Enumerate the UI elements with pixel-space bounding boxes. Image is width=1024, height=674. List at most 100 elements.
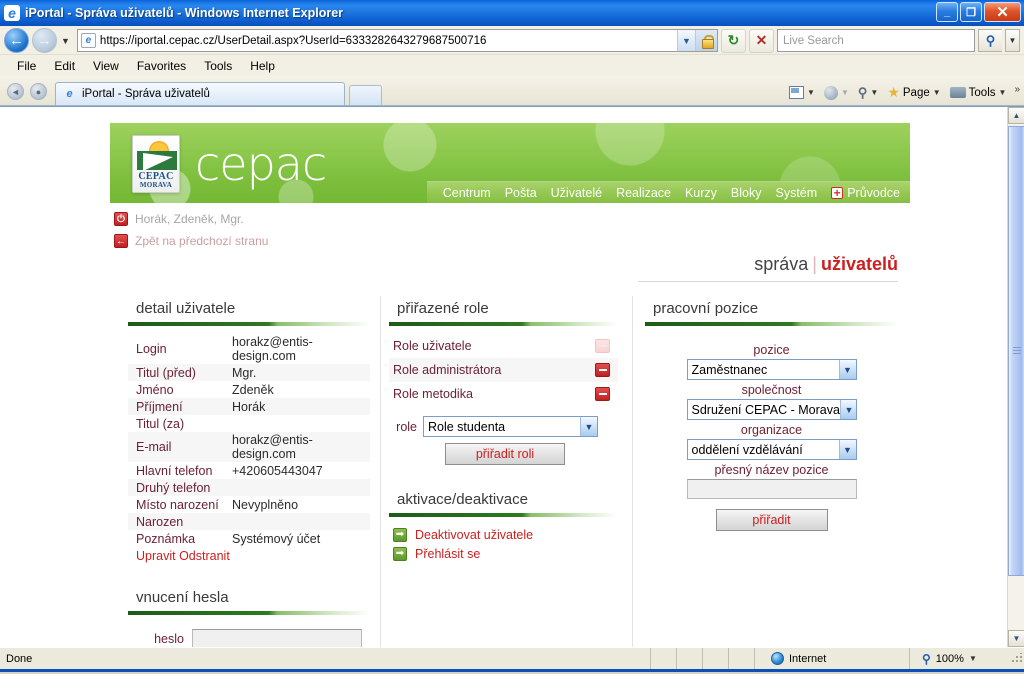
remove-role-icon[interactable] xyxy=(595,387,610,401)
organization-select[interactable]: oddělení vzdělávání ▼ xyxy=(686,439,857,460)
menu-item-help[interactable]: Help xyxy=(241,59,284,73)
security-zone[interactable]: Internet xyxy=(755,648,910,669)
role-row: Role administrátora xyxy=(389,358,618,382)
browser-tab[interactable]: e iPortal - Správa uživatelů xyxy=(55,82,345,105)
chevron-down-icon[interactable]: ▼ xyxy=(677,30,695,51)
forward-button[interactable]: → xyxy=(32,28,57,53)
assign-position-button[interactable]: přiřadit xyxy=(715,509,828,531)
logo-field-shape xyxy=(137,151,177,170)
back-arrow-icon[interactable]: ← xyxy=(114,234,128,248)
delete-link[interactable]: Odstranit xyxy=(179,549,230,563)
nav-item-pruvodce[interactable]: + Průvodce xyxy=(831,186,900,200)
maximize-button[interactable]: ❐ xyxy=(960,2,982,22)
chevron-down-icon[interactable]: ▼ xyxy=(580,417,597,436)
menu-item-favorites[interactable]: Favorites xyxy=(128,59,195,73)
position-select[interactable]: Zaměstnanec ▼ xyxy=(686,359,857,380)
command-bar: ▼ ▼ ⚲ ▼ ★ Page ▼ Tools ▼ » xyxy=(786,84,1020,101)
status-cell xyxy=(729,648,755,669)
power-icon[interactable]: ⏻ xyxy=(114,212,128,226)
row-value xyxy=(232,415,370,432)
new-tab-button[interactable] xyxy=(349,85,382,105)
menu-item-edit[interactable]: Edit xyxy=(45,59,84,73)
chevron-down-icon[interactable]: ▼ xyxy=(838,360,856,379)
page-menu-button[interactable]: ★ Page ▼ xyxy=(884,84,943,101)
remove-role-icon[interactable] xyxy=(595,339,610,353)
chevron-down-icon[interactable]: ▼ xyxy=(999,88,1007,97)
scrollbar-grip-icon xyxy=(1013,347,1021,355)
zoom-control[interactable]: ⚲ 100% ▼ xyxy=(910,648,1024,669)
window-title: iPortal - Správa uživatelů - Windows Int… xyxy=(25,6,344,20)
list-item[interactable]: ➡ Přehlásit se xyxy=(389,544,618,563)
status-cell xyxy=(703,648,729,669)
panel-divider xyxy=(128,611,370,615)
company-select[interactable]: Sdružení CEPAC - Morava ▼ xyxy=(686,399,857,420)
nav-item-realizace[interactable]: Realizace xyxy=(616,186,671,200)
search-go-icon[interactable]: ⚲ xyxy=(978,29,1002,52)
read-mail-button[interactable]: ▼ xyxy=(786,86,818,99)
search-provider-chevron-icon[interactable]: ▼ xyxy=(1005,29,1020,52)
status-bar: Done Internet ⚲ 100% ▼ xyxy=(0,647,1024,669)
chevron-down-icon[interactable]: ▼ xyxy=(841,88,849,97)
nav-item-posta[interactable]: Pošta xyxy=(505,186,537,200)
role-select[interactable]: Role studenta ▼ xyxy=(423,416,598,437)
tools-menu-label: Tools xyxy=(968,86,996,99)
scroll-up-button[interactable]: ▲ xyxy=(1008,107,1024,124)
tab-list-icon[interactable]: ● xyxy=(30,83,47,100)
edit-link[interactable]: Upravit xyxy=(136,549,176,563)
user-detail-table: Login horakz@entis-design.com Titul (pře… xyxy=(128,334,370,547)
close-button[interactable]: ✕ xyxy=(984,2,1021,22)
url-bar[interactable]: e https://iportal.cepac.cz/UserDetail.as… xyxy=(76,29,718,52)
remove-role-icon[interactable] xyxy=(595,363,610,377)
refresh-icon[interactable]: ↻ xyxy=(721,28,746,53)
nav-item-centrum[interactable]: Centrum xyxy=(443,186,491,200)
nav-item-system[interactable]: Systém xyxy=(776,186,818,200)
print-button[interactable]: ▼ xyxy=(821,85,852,100)
page-icon: ★ xyxy=(887,84,900,100)
search-input[interactable]: Live Search xyxy=(777,29,975,52)
password-input[interactable] xyxy=(192,629,362,647)
nav-item-kurzy[interactable]: Kurzy xyxy=(685,186,717,200)
page-search-button[interactable]: ⚲ ▼ xyxy=(855,85,881,101)
relogin-link[interactable]: Přehlásit se xyxy=(415,547,480,561)
minimize-button[interactable]: _ xyxy=(936,2,958,22)
back-button[interactable]: ← xyxy=(4,28,29,53)
history-dropdown-icon[interactable]: ▼ xyxy=(60,36,74,46)
menu-item-file[interactable]: File xyxy=(8,59,45,73)
back-link-label[interactable]: Zpět na předchozí stranu xyxy=(135,234,268,248)
lock-icon[interactable] xyxy=(695,30,717,51)
nav-item-uzivatele[interactable]: Uživatelé xyxy=(551,186,602,200)
url-text: https://iportal.cepac.cz/UserDetail.aspx… xyxy=(99,34,487,47)
quick-tabs-icon[interactable]: ◄ xyxy=(7,83,24,100)
back-link-row[interactable]: ← Zpět na předchozí stranu xyxy=(114,230,910,252)
chevron-down-icon[interactable]: ▼ xyxy=(807,88,815,97)
assign-role-button[interactable]: přiřadit roli xyxy=(445,443,565,465)
site-banner: CEPAC MORAVA cepac Centrum Pošta Uživate… xyxy=(110,123,910,203)
overflow-icon[interactable]: » xyxy=(1014,84,1020,95)
browser-viewport: CEPAC MORAVA cepac Centrum Pošta Uživate… xyxy=(0,106,1024,647)
stop-icon[interactable]: ✕ xyxy=(749,28,774,53)
scrollbar-thumb[interactable] xyxy=(1008,126,1024,576)
chevron-down-icon[interactable]: ▼ xyxy=(839,400,856,419)
chevron-down-icon[interactable]: ▼ xyxy=(838,440,856,459)
menu-item-tools[interactable]: Tools xyxy=(195,59,241,73)
site-root: CEPAC MORAVA cepac Centrum Pošta Uživate… xyxy=(110,123,910,647)
cepac-wordmark: cepac xyxy=(195,137,327,191)
nav-item-bloky[interactable]: Bloky xyxy=(731,186,762,200)
list-item[interactable]: ➡ Deaktivovat uživatele xyxy=(389,525,618,544)
exact-position-input[interactable] xyxy=(686,479,857,499)
chevron-down-icon[interactable]: ▼ xyxy=(969,654,977,663)
menu-item-view[interactable]: View xyxy=(84,59,128,73)
chevron-down-icon[interactable]: ▼ xyxy=(933,88,941,97)
position-form: pozice Zaměstnanec ▼ společnost Sdružení… xyxy=(645,334,898,531)
deactivate-user-link[interactable]: Deaktivovat uživatele xyxy=(415,528,533,542)
exact-position-label: přesný název pozice xyxy=(714,463,829,477)
row-label: Poznámka xyxy=(136,531,196,546)
scroll-down-button[interactable]: ▼ xyxy=(1008,630,1024,647)
status-cell xyxy=(651,648,677,669)
role-label: Role uživatele xyxy=(393,339,472,353)
resize-grip-icon[interactable] xyxy=(1011,653,1022,664)
vertical-scrollbar[interactable]: ▲ ▼ xyxy=(1007,107,1024,647)
tools-menu-button[interactable]: Tools ▼ xyxy=(947,87,1010,99)
chevron-down-icon[interactable]: ▼ xyxy=(870,88,878,97)
zoom-level: 100% xyxy=(935,652,964,665)
